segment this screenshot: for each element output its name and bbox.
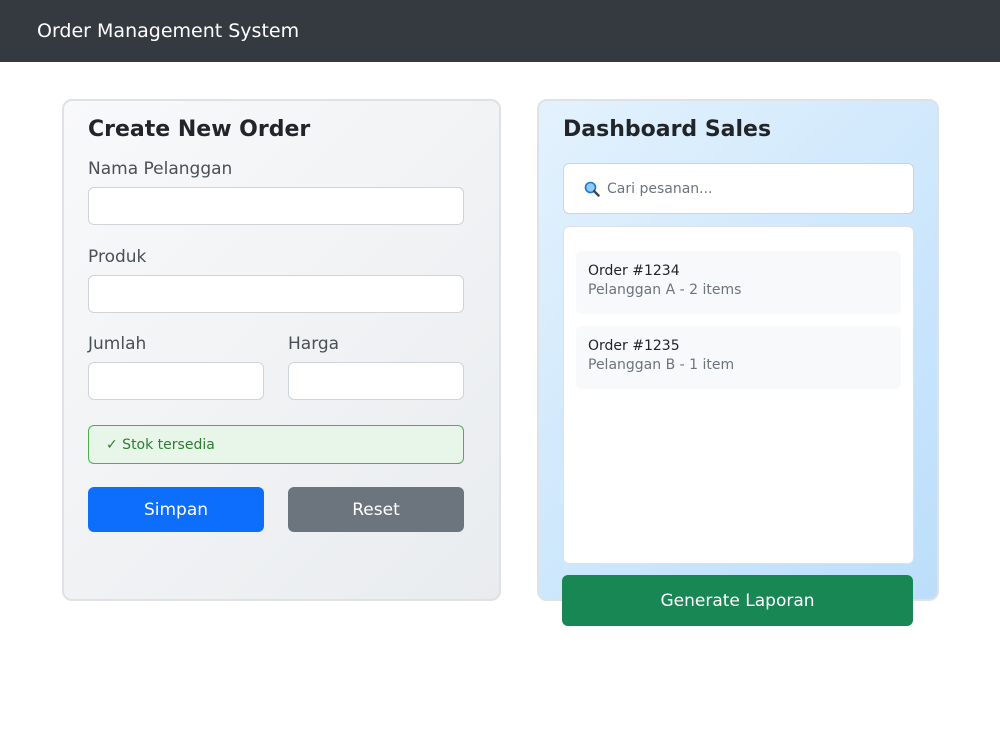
product-label: Produk (88, 247, 147, 267)
create-order-panel: Create New Order Nama Pelanggan Produk J… (62, 99, 501, 601)
generate-report-button[interactable]: Generate Laporan (562, 575, 913, 626)
order-item[interactable]: Order #1235 Pelanggan B - 1 item (576, 326, 901, 389)
app-title: Order Management System (37, 20, 300, 42)
order-title: Order #1234 (588, 263, 680, 279)
order-list: Order #1234 Pelanggan A - 2 items Order … (563, 226, 914, 564)
search-icon (584, 181, 600, 197)
order-detail: Pelanggan B - 1 item (588, 357, 735, 373)
price-input[interactable] (288, 362, 464, 400)
stock-status-alert: ✓ Stok tersedia (88, 425, 464, 464)
create-order-title: Create New Order (88, 117, 311, 142)
order-detail: Pelanggan A - 2 items (588, 282, 742, 298)
dashboard-title: Dashboard Sales (563, 117, 772, 142)
product-input[interactable] (88, 275, 464, 313)
navbar: Order Management System (0, 0, 1000, 62)
order-item[interactable]: Order #1234 Pelanggan A - 2 items (576, 251, 901, 314)
quantity-label: Jumlah (88, 334, 147, 354)
quantity-input[interactable] (88, 362, 264, 400)
dashboard-sales-panel: Dashboard Sales Order #1234 Pelanggan A … (537, 99, 939, 601)
save-button[interactable]: Simpan (88, 487, 264, 532)
order-title: Order #1235 (588, 338, 680, 354)
price-label: Harga (288, 334, 340, 354)
search-input[interactable] (607, 180, 913, 197)
reset-button[interactable]: Reset (288, 487, 464, 532)
customer-name-label: Nama Pelanggan (88, 159, 233, 179)
search-box[interactable] (563, 163, 914, 214)
customer-name-input[interactable] (88, 187, 464, 225)
